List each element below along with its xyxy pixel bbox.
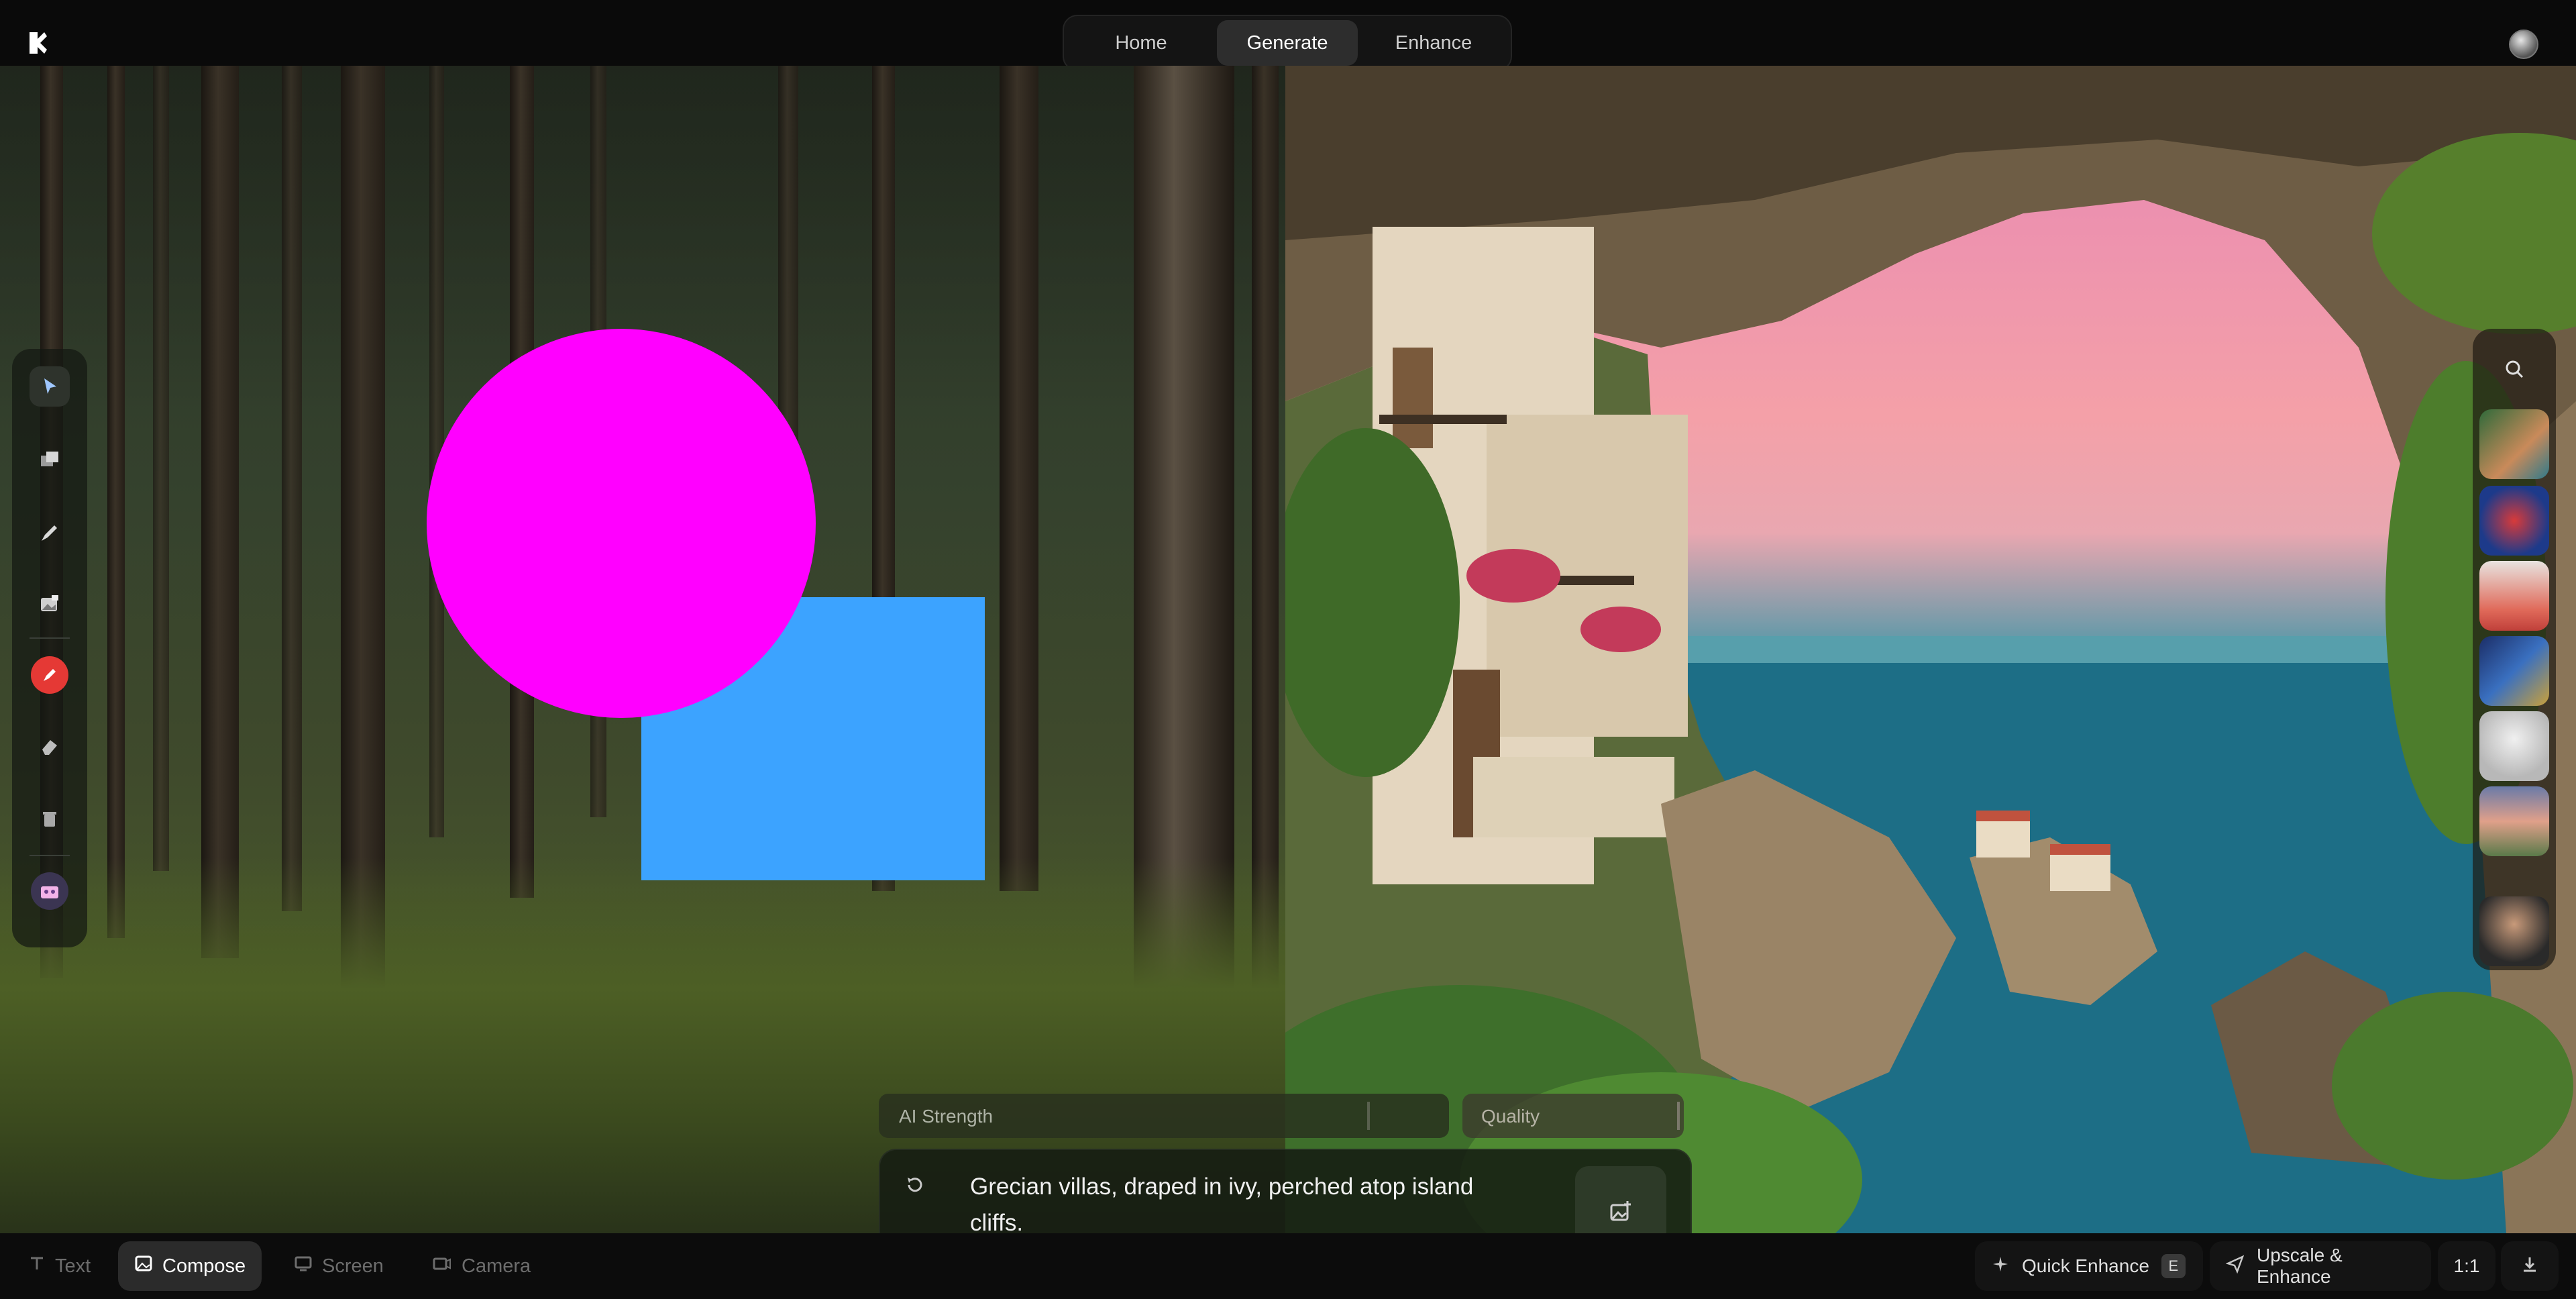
history-thumbnail[interactable]: [2479, 636, 2549, 706]
mode-screen[interactable]: Screen: [278, 1241, 400, 1291]
pen-tool-button[interactable]: [30, 513, 70, 553]
brush-color-button[interactable]: [30, 655, 70, 695]
image-import-icon: [41, 595, 58, 611]
tree-trunk: [153, 66, 169, 871]
style-preset-button[interactable]: [30, 871, 70, 911]
krea-logo-icon: [30, 32, 47, 54]
tab-enhance[interactable]: Enhance: [1363, 20, 1504, 66]
camera-icon: [432, 1254, 452, 1278]
avatar[interactable]: [2509, 30, 2538, 59]
generated-scene-illustration: [1285, 66, 2576, 1233]
mode-compose[interactable]: Compose: [118, 1241, 262, 1291]
top-bar: Home Generate Enhance: [0, 0, 2576, 71]
magenta-circle-shape[interactable]: [427, 329, 816, 718]
tab-generate[interactable]: Generate: [1217, 20, 1358, 66]
style-preset-icon: [31, 872, 68, 910]
image-import-tool-button[interactable]: [30, 584, 70, 624]
select-tool-button[interactable]: [30, 366, 70, 407]
pen-icon: [42, 525, 57, 541]
history-thumbnail[interactable]: [2479, 786, 2549, 856]
delete-tool-button[interactable]: [30, 798, 70, 839]
download-button[interactable]: [2501, 1241, 2559, 1291]
gallery-search-button[interactable]: [2494, 349, 2534, 389]
history-thumbnail[interactable]: [2479, 896, 2549, 966]
ai-strength-slider[interactable]: AI Strength: [879, 1094, 1449, 1138]
history-thumbnail[interactable]: [2479, 561, 2549, 631]
text-icon: [28, 1255, 46, 1278]
generated-image: [1285, 66, 2576, 1233]
eraser-icon: [42, 740, 57, 755]
send-icon: [2225, 1255, 2245, 1278]
brush-color-icon: [31, 656, 68, 694]
quick-enhance-button[interactable]: Quick Enhance E: [1975, 1241, 2203, 1291]
slider-handle[interactable]: [1677, 1102, 1680, 1130]
upscale-enhance-label: Upscale & Enhance: [2257, 1245, 2343, 1287]
tab-home[interactable]: Home: [1071, 20, 1212, 66]
bottom-bar: Text Compose Screen Camera Quick Enhance…: [0, 1233, 2576, 1299]
download-icon: [2520, 1255, 2539, 1278]
image-plus-icon: [1610, 1201, 1631, 1221]
tree-trunk: [201, 66, 239, 958]
mode-label: Compose: [162, 1255, 246, 1277]
quality-label: Quality: [1481, 1106, 1540, 1127]
toolbar-divider: [30, 637, 70, 639]
toolbar-divider: [30, 855, 70, 856]
mode-label: Text: [55, 1255, 91, 1277]
history-thumbnail[interactable]: [2479, 711, 2549, 781]
mode-label: Screen: [322, 1255, 384, 1277]
search-icon: [2506, 360, 2524, 378]
app-logo[interactable]: [25, 30, 50, 56]
select-icon: [44, 378, 56, 394]
layers-icon: [41, 452, 58, 466]
mode-camera[interactable]: Camera: [416, 1241, 547, 1291]
slider-handle[interactable]: [1367, 1102, 1370, 1130]
tree-trunk: [107, 66, 125, 938]
history-gallery: [2473, 329, 2556, 970]
mode-text[interactable]: Text: [12, 1241, 107, 1291]
quick-enhance-label: Quick Enhance: [2022, 1255, 2149, 1276]
sparkle-icon: [1991, 1255, 2010, 1278]
tree-trunk: [1000, 66, 1038, 891]
reset-button[interactable]: [895, 1165, 935, 1205]
eraser-tool-button[interactable]: [30, 726, 70, 766]
upscale-enhance-button[interactable]: Upscale & Enhance: [2210, 1241, 2431, 1291]
history-thumbnail[interactable]: [2479, 409, 2549, 479]
reset-icon: [908, 1178, 922, 1192]
aspect-ratio-label: 1:1: [2453, 1255, 2480, 1276]
layers-tool-button[interactable]: [30, 439, 70, 479]
ai-strength-label: AI Strength: [899, 1106, 994, 1127]
aspect-ratio-button[interactable]: 1:1: [2438, 1241, 2496, 1291]
tree-trunk: [282, 66, 302, 911]
prompt-input[interactable]: Grecian villas, draped in ivy, perched a…: [970, 1169, 1507, 1241]
quality-slider[interactable]: Quality: [1462, 1094, 1684, 1138]
image-icon: [134, 1254, 153, 1278]
main-nav: Home Generate Enhance: [1063, 15, 1512, 71]
history-thumbnail[interactable]: [2479, 486, 2549, 556]
trash-icon: [43, 812, 56, 827]
mode-label: Camera: [462, 1255, 531, 1277]
shortcut-key: E: [2161, 1254, 2186, 1278]
canvas-toolbar: [12, 349, 87, 947]
screen-icon: [294, 1254, 313, 1278]
